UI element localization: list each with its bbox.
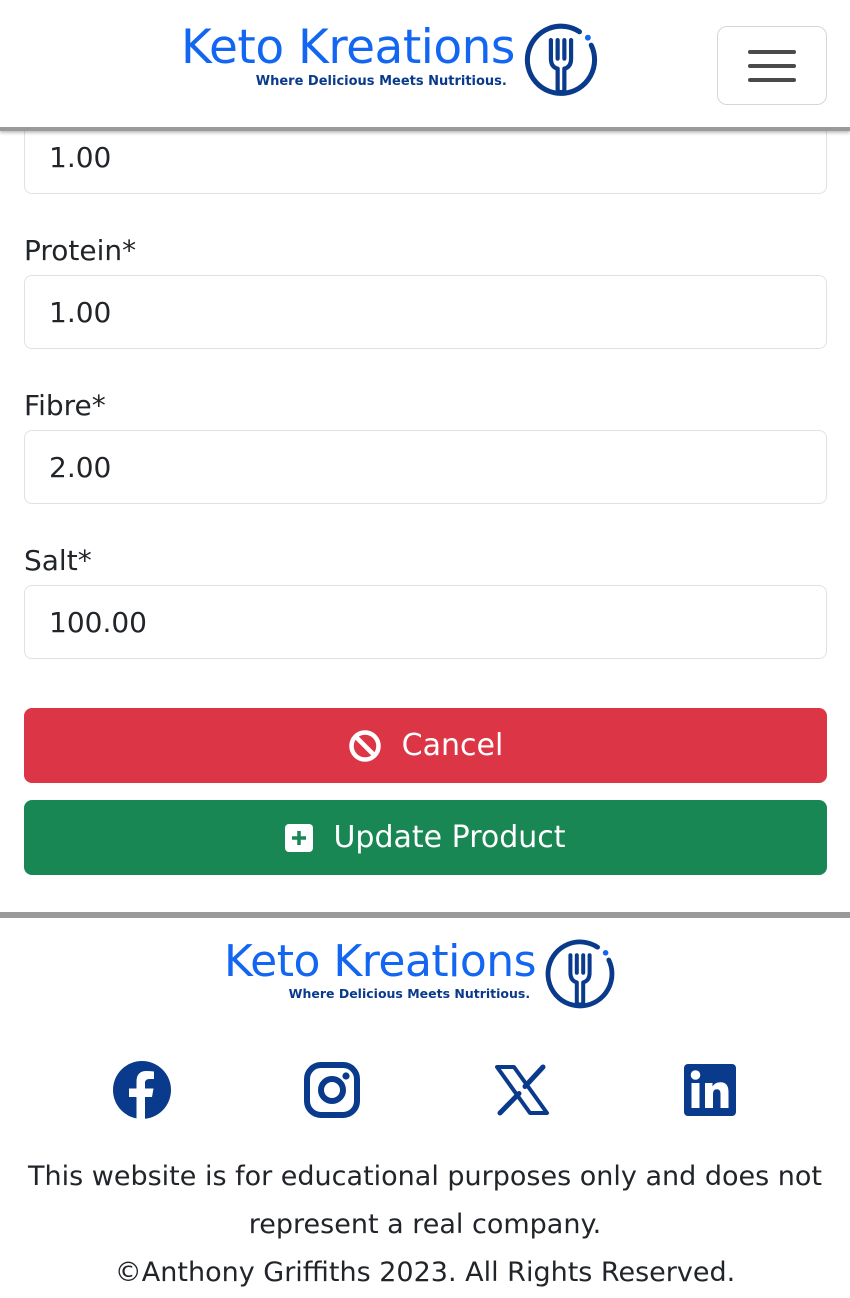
site-header: Keto Kreations Where Delicious Meets Nut… [0,0,850,131]
salt-input[interactable]: 100.00 [24,585,827,659]
cancel-label: Cancel [401,728,504,763]
hamburger-line [748,49,796,54]
menu-toggle-button[interactable] [717,26,827,105]
hamburger-line [748,63,796,68]
fibre-label: Fibre* [24,389,106,422]
fork-logo-icon [524,23,597,96]
instagram-link[interactable] [302,1060,362,1120]
instagram-icon [304,1062,360,1118]
hamburger-line [748,77,796,82]
facebook-link[interactable] [112,1060,172,1120]
update-label: Update Product [333,820,566,855]
facebook-icon [113,1061,171,1119]
linkedin-icon [684,1064,736,1116]
footer-logo-title: Keto Kreations [224,936,537,987]
logo-title: Keto Kreations [181,20,515,75]
plus-square-icon [285,823,314,852]
cancel-button[interactable]: Cancel [24,708,827,783]
fibre-value: 2.00 [49,450,112,484]
ban-icon [348,729,381,762]
disclaimer-line-1: This website is for educational purposes… [28,1161,822,1192]
salt-value: 100.00 [49,605,147,639]
update-product-button[interactable]: Update Product [24,800,827,875]
fork-logo-icon [545,939,615,1009]
protein-value: 1.00 [49,295,112,329]
linkedin-link[interactable] [680,1060,740,1120]
protein-label: Protein* [24,234,137,267]
footer-logo-tagline: Where Delicious Meets Nutritious. [288,986,531,1001]
header-logo[interactable]: Keto Kreations Where Delicious Meets Nut… [181,20,603,104]
x-icon [495,1064,549,1116]
partial-field-value: 1.00 [49,140,112,174]
copyright-text: ©Anthony Griffiths 2023. All Rights Rese… [114,1257,736,1288]
partial-field-input[interactable]: 1.00 [24,120,827,194]
logo-tagline: Where Delicious Meets Nutritious. [255,74,507,89]
footer-logo[interactable]: Keto Kreations Where Delicious Meets Nut… [224,940,620,1016]
disclaimer-line-2: represent a real company. [248,1209,602,1240]
salt-label: Salt* [24,544,92,577]
page: Keto Kreations Where Delicious Meets Nut… [0,0,850,1298]
fibre-input[interactable]: 2.00 [24,430,827,504]
site-footer: Keto Kreations Where Delicious Meets Nut… [0,912,850,1298]
x-link[interactable] [492,1060,552,1120]
protein-input[interactable]: 1.00 [24,275,827,349]
